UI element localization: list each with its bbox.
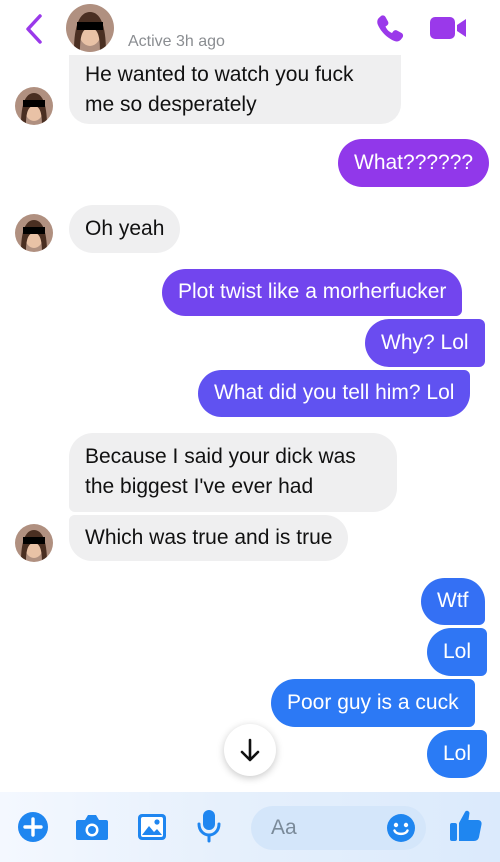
chat-header: Active 3h ago <box>0 0 500 58</box>
thumbs-up-icon[interactable] <box>448 808 484 844</box>
outgoing-message: Lol <box>427 730 488 778</box>
outgoing-message: Plot twist like a morherfucker <box>162 269 463 316</box>
incoming-message: Because I said your dick was the biggest… <box>69 433 397 512</box>
contact-avatar[interactable] <box>66 4 114 52</box>
outgoing-message: What did you tell him? Lol <box>198 370 471 417</box>
phone-icon[interactable] <box>374 12 406 44</box>
video-camera-icon[interactable] <box>428 14 468 42</box>
sender-avatar <box>15 87 53 125</box>
camera-icon[interactable] <box>74 811 110 843</box>
back-chevron-icon[interactable] <box>20 12 50 46</box>
microphone-icon[interactable] <box>196 808 222 844</box>
outgoing-message: What?????? <box>338 139 490 187</box>
photo-icon[interactable] <box>136 812 168 842</box>
emoji-icon[interactable] <box>385 812 417 844</box>
outgoing-message: Why? Lol <box>365 319 485 367</box>
incoming-message: Which was true and is true <box>69 515 349 561</box>
arrow-down-icon <box>240 738 260 762</box>
outgoing-message: Wtf <box>421 578 485 625</box>
plus-icon[interactable] <box>16 810 50 844</box>
sender-avatar <box>15 214 53 252</box>
incoming-message: He wanted to watch you fuck me so desper… <box>69 55 401 124</box>
incoming-message: Oh yeah <box>69 205 181 253</box>
message-input-placeholder: Aa <box>271 816 297 839</box>
message-input[interactable]: Aa <box>251 806 426 850</box>
scroll-to-bottom-button[interactable] <box>224 724 276 776</box>
sender-avatar <box>15 524 53 562</box>
outgoing-message: Poor guy is a cuck <box>271 679 475 727</box>
outgoing-message: Lol <box>427 628 488 676</box>
active-status: Active 3h ago <box>128 33 225 50</box>
